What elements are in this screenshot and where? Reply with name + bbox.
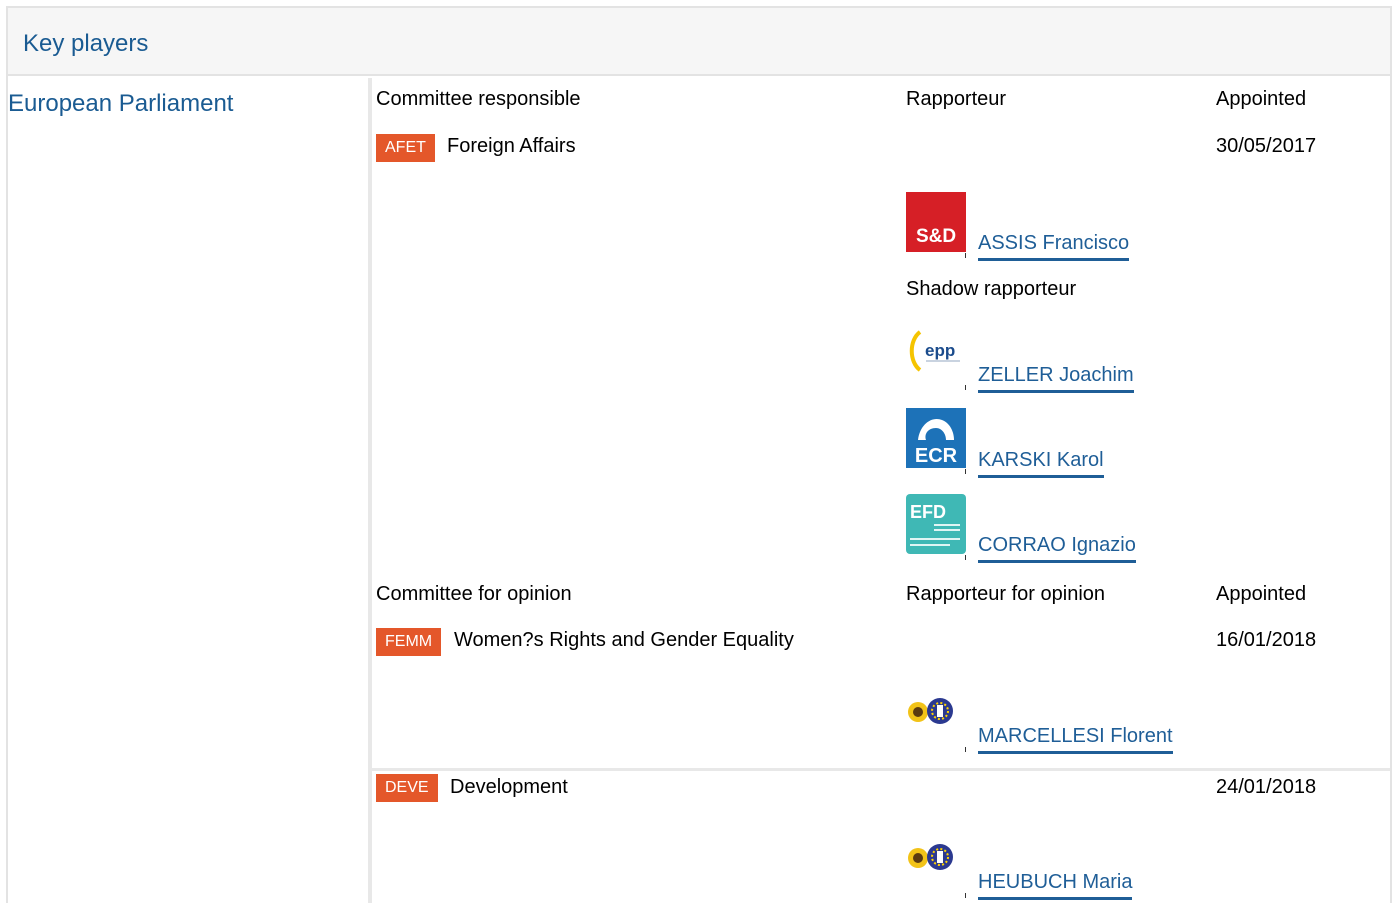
panel-header: Key players [8,8,1390,76]
institution-name: European Parliament [8,90,234,117]
col-header-committee-responsible: Committee responsible [376,88,581,110]
committee-name-deve: Development [450,776,568,798]
shadow-link-karski[interactable]: KARSKI Karol [978,449,1104,478]
svg-text:EFD: EFD [910,502,946,522]
appointed-date-deve: 24/01/2018 [1216,776,1317,798]
separator-tick [965,555,966,560]
committee-badge-femm[interactable]: FEMM [376,628,442,656]
shadow-link-corrao[interactable]: CORRAO Ignazio [978,534,1136,563]
col-header-committee-opinion: Committee for opinion [376,583,572,605]
committee-badge-afet[interactable]: AFET [376,134,435,162]
greens-efa-group-logo-icon [902,840,962,876]
epp-group-logo-icon: epp [906,324,966,384]
efd-group-logo-icon: EFD [906,494,966,554]
committee-name-afet: Foreign Affairs [447,135,576,157]
shadow-link-zeller[interactable]: ZELLER Joachim [978,364,1134,393]
committee-badge-deve[interactable]: DEVE [376,774,438,802]
col-header-rapporteur-opinion: Rapporteur for opinion [906,583,1106,605]
panel-title: Key players [23,30,149,57]
appointed-date-femm: 16/01/2018 [1216,629,1317,651]
separator-tick [965,253,966,258]
opinion-rapporteur-link-heubuch[interactable]: HEUBUCH Maria [978,871,1133,900]
institution-column: European Parliament [8,78,366,903]
col-header-appointed: Appointed [1216,88,1307,110]
svg-text:ECR: ECR [915,445,958,467]
opinion-rapporteur-link-marcellesi[interactable]: MARCELLESI Florent [978,725,1173,754]
separator-tick [965,747,966,752]
greens-efa-group-logo-icon [902,694,962,730]
key-players-panel: Key players European Parliament Committe… [6,6,1392,903]
svg-text:epp: epp [925,341,955,360]
separator-tick [965,893,966,898]
rapporteur-link-assis[interactable]: ASSIS Francisco [978,232,1130,261]
svg-text:S&D: S&D [916,226,956,247]
col-header-rapporteur: Rapporteur [906,88,1007,110]
separator-tick [965,469,966,474]
shadow-rapporteur-label: Shadow rapporteur [906,278,1077,300]
appointed-date-afet: 30/05/2017 [1216,135,1317,157]
col-header-appointed-opinion: Appointed [1216,583,1307,605]
ecr-group-logo-icon: ECR [906,408,966,468]
committees-table: Committee responsible Rapporteur Appoint… [368,78,1390,903]
row-divider [372,768,1390,771]
sd-group-logo-icon: S&D [906,192,966,252]
separator-tick [965,385,966,390]
committee-name-femm: Women?s Rights and Gender Equality [454,629,794,651]
